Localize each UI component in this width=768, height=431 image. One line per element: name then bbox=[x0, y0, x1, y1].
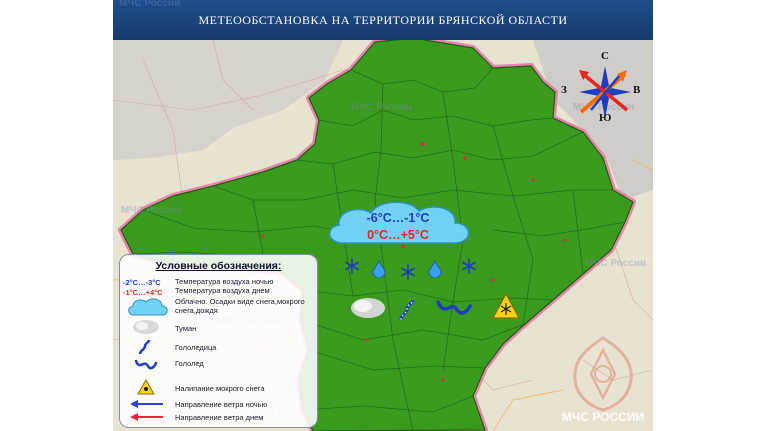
legend-sample-night: -2°C…-3°C bbox=[123, 278, 161, 287]
mchs-emblem: МЧС РОССИИ bbox=[562, 334, 644, 426]
forecast-cloud: -6°C…-1°C 0°C…+5°C bbox=[319, 199, 477, 249]
fog-icon bbox=[351, 298, 385, 318]
watermark-1: МЧС России bbox=[119, 0, 181, 9]
cloud-snow-rain-icon bbox=[128, 298, 168, 316]
wet-snow-warning-icon bbox=[137, 379, 155, 395]
snowflake-icon bbox=[401, 264, 415, 280]
legend-wet-snow-label: Налипание мокрого снега bbox=[175, 384, 265, 393]
legend-black-ice-label: Гололедица bbox=[175, 343, 217, 352]
page-title: МЕТЕООБСТАНОВКА НА ТЕРРИТОРИИ БРЯНСКОЙ О… bbox=[113, 0, 653, 40]
night-temperature: -6°C…-1°C bbox=[366, 211, 430, 225]
snowflake-icon bbox=[462, 258, 476, 274]
raindrop-icon bbox=[428, 260, 442, 278]
compass-east: В bbox=[633, 84, 641, 96]
legend-day-temp-label: Температура воздуха днем bbox=[175, 286, 270, 295]
wind-night-arrow-icon bbox=[130, 400, 163, 408]
compass-west: З bbox=[561, 84, 567, 96]
wind-day-arrow-icon bbox=[130, 413, 163, 421]
watermark-6: МЧС России bbox=[585, 258, 647, 269]
compass-north: С bbox=[601, 50, 609, 62]
legend-night-temp-label: Температура воздуха ночью bbox=[175, 277, 274, 286]
day-temperature: 0°C…+5°C bbox=[367, 228, 429, 242]
legend-wind-night-label: Направление ветра ночью bbox=[175, 400, 268, 409]
icy-road-icon bbox=[436, 300, 472, 315]
icy-road-icon bbox=[134, 359, 158, 370]
legend-cloud-label: Облачно. Осадки виде снега,мокрого снега… bbox=[175, 297, 305, 315]
legend-icy-road-label: Гололед bbox=[175, 359, 204, 368]
legend-title: Условные обозначения: bbox=[155, 260, 282, 272]
raindrop-icon bbox=[372, 260, 386, 278]
watermark-4: МЧС России bbox=[121, 205, 183, 216]
wind-compass: С З В Ю bbox=[561, 50, 641, 126]
emblem-caption: МЧС РОССИИ bbox=[561, 410, 645, 424]
legend-sample-day: -1°C…+4°C bbox=[123, 288, 163, 297]
fog-icon bbox=[133, 320, 159, 334]
compass-south: Ю bbox=[599, 112, 612, 124]
wet-snow-warning-icon bbox=[492, 293, 520, 319]
legend-wind-day-label: Направление ветра днем bbox=[175, 413, 264, 422]
snowflake-icon bbox=[345, 258, 359, 274]
weather-slide: МЕТЕООБСТАНОВКА НА ТЕРРИТОРИИ БРЯНСКОЙ О… bbox=[113, 0, 653, 431]
legend-fog-label: Туман bbox=[175, 324, 197, 333]
black-ice-icon bbox=[399, 299, 415, 321]
mchs-logo-icon bbox=[573, 336, 633, 412]
watermark-2: МЧС России bbox=[351, 102, 413, 113]
map-legend: Условные обозначения: -2°C…-3°C -1°C…+4°… bbox=[119, 254, 318, 428]
black-ice-icon bbox=[138, 339, 151, 355]
